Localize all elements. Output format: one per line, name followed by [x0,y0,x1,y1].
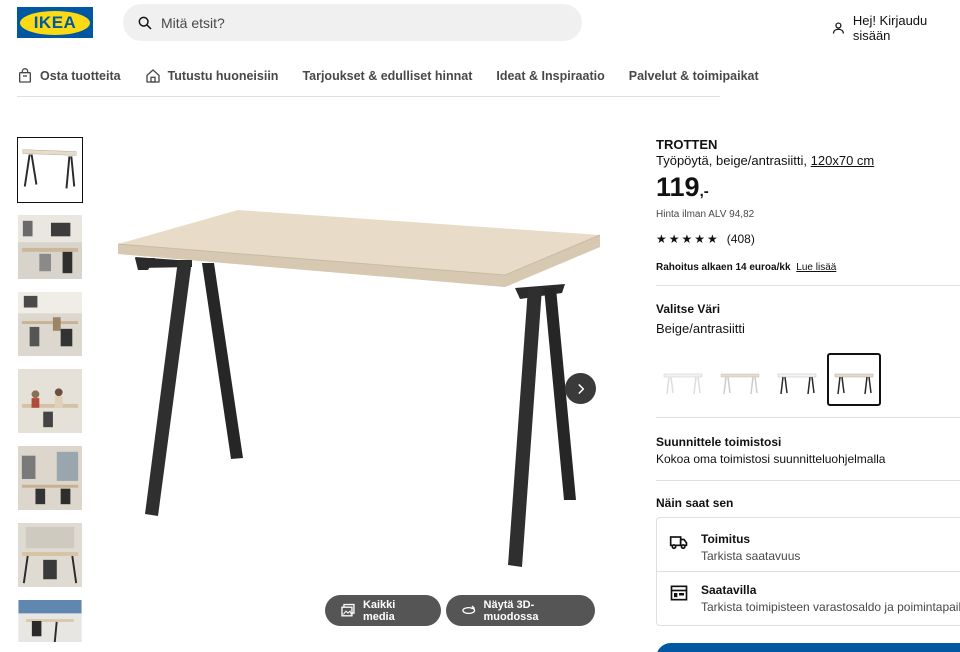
finance-read-more-link[interactable]: Lue lisää [796,262,836,273]
delivery-text: Tarkista saatavuus [701,549,801,563]
divider [656,417,960,418]
beige-anthracite-desk-swatch-image [834,373,874,394]
product-name: TROTTEN [656,137,718,152]
chevron-right-icon [577,383,584,394]
nav-item-services[interactable]: Palvelut & toimipaikat [629,69,759,83]
all-media-button[interactable]: Kaikki media [325,595,441,626]
desk-thumbnail-image [22,149,77,189]
add-to-cart-button[interactable] [656,643,960,652]
nav-item-shop[interactable]: Osta tuotteita [17,68,121,84]
logo-text: IKEA [33,12,77,32]
thumbnail-product[interactable] [17,137,83,203]
office-photo-image [18,215,82,279]
availability-box: Toimitus Tarkista saatavuus Saatavilla T… [656,517,960,626]
store-title: Saatavilla [701,583,757,597]
nav-label: Tarjoukset & edulliset hinnat [302,69,473,83]
color-swatches [656,353,960,406]
product-description-text: Työpöytä, beige/antrasiitti, [656,153,808,168]
room-photo-image [18,446,82,510]
finance-text: Rahoitus alkaen 14 euroa/kk [656,262,791,273]
search-icon [138,16,152,30]
beige-desk-swatch-image [720,373,760,394]
product-main-image [117,210,601,567]
rating-count: (408) [726,232,755,246]
product-info-panel: TROTTEN Työpöytä, beige/antrasiitti, 120… [656,137,960,626]
planner-text: Kokoa oma toimistosi suunnitteluohjelmal… [656,452,886,466]
login-label: Hej! Kirjaudu sisään [852,13,928,43]
price-amount: 119 [656,172,700,202]
divider [656,480,960,481]
store-availability-row[interactable]: Saatavilla Tarkista toimipisteen varasto… [669,583,960,614]
home-icon [145,69,160,83]
delivery-row[interactable]: Toimitus Tarkista saatavuus [669,532,800,563]
thumbnail-list [17,137,83,652]
search-input[interactable] [161,14,541,31]
color-swatch-beige-white[interactable] [713,353,767,406]
nav-label: Palvelut & toimipaikat [628,69,759,83]
logo-oval: IKEA [20,10,90,35]
image-gallery-icon [341,603,355,617]
nav-label: Ideat & Inspiraatio [496,69,605,83]
product-price: 119,- [656,174,960,201]
how-to-get-title: Näin saat sen [656,496,734,510]
product-description: Työpöytä, beige/antrasiitti, 120x70 cm [656,153,960,168]
nav-item-offers[interactable]: Tarjoukset & edulliset hinnat [302,69,472,83]
color-swatch-white-anthracite[interactable] [770,353,824,406]
store-text-block: Saatavilla Tarkista toimipisteen varasto… [701,583,960,614]
store-icon [670,585,688,601]
shopping-bag-icon [19,68,31,83]
view-3d-label: Näytä 3D-muodossa [483,598,539,623]
white-desk-swatch-image [663,373,703,394]
thumbnail-chair[interactable] [17,599,83,643]
vat-text: Hinta ilman ALV 94,82 [656,209,755,220]
finance-info: Rahoitus alkaen 14 euroa/kk Lue lisää [656,262,960,273]
ikea-logo[interactable]: IKEA [17,7,93,38]
delivery-title: Toimitus [701,532,751,546]
divider [657,571,960,572]
store-text: Tarkista toimipisteen varastosaldo ja po… [701,600,960,614]
nav-label: Osta tuotteita [40,69,121,83]
user-icon [832,22,844,34]
color-swatch-white[interactable] [656,353,710,406]
selected-color: Beige/antrasiitti [656,321,745,336]
thumbnail-office-1[interactable] [17,214,83,280]
star-rating-icon: ★★★★★ [656,232,720,246]
next-image-button[interactable] [565,373,596,404]
login-link[interactable]: Hej! Kirjaudu sisään [831,13,960,43]
thumbnail-meeting[interactable] [17,368,83,434]
divider [656,285,960,286]
delivery-text-block: Toimitus Tarkista saatavuus [701,532,800,563]
chair-photo-image [18,600,82,642]
product-rating[interactable]: ★★★★★ (408) [656,232,960,246]
thumbnail-office-2[interactable] [17,291,83,357]
nav-item-rooms[interactable]: Tutustu huoneisiin [145,68,279,84]
nav-label: Tutustu huoneisiin [167,69,279,83]
view-3d-button[interactable]: Näytä 3D-muodossa [446,595,595,626]
all-media-label: Kaikki media [362,598,396,623]
product-size-link[interactable]: 120x70 cm [811,153,875,168]
main-nav: Osta tuotteita Tutustu huoneisiin Tarjou… [17,56,759,97]
thumbnail-room[interactable] [17,445,83,511]
planner-title[interactable]: Suunnittele toimistosi [656,435,960,449]
nav-item-ideas[interactable]: Ideat & Inspiraatio [496,69,604,83]
workspace-photo-image [18,523,82,587]
white-anthracite-desk-swatch-image [777,373,817,394]
truck-icon [669,536,688,550]
meeting-photo-image [18,369,82,433]
thumbnail-workspace[interactable] [17,522,83,588]
office-photo-image [18,292,82,356]
color-section-title: Valitse Väri [656,302,721,316]
search-bar[interactable] [123,4,582,41]
price-suffix: ,- [699,183,709,200]
color-swatch-beige-anthracite[interactable] [827,353,881,406]
rotate-3d-icon [462,605,476,615]
